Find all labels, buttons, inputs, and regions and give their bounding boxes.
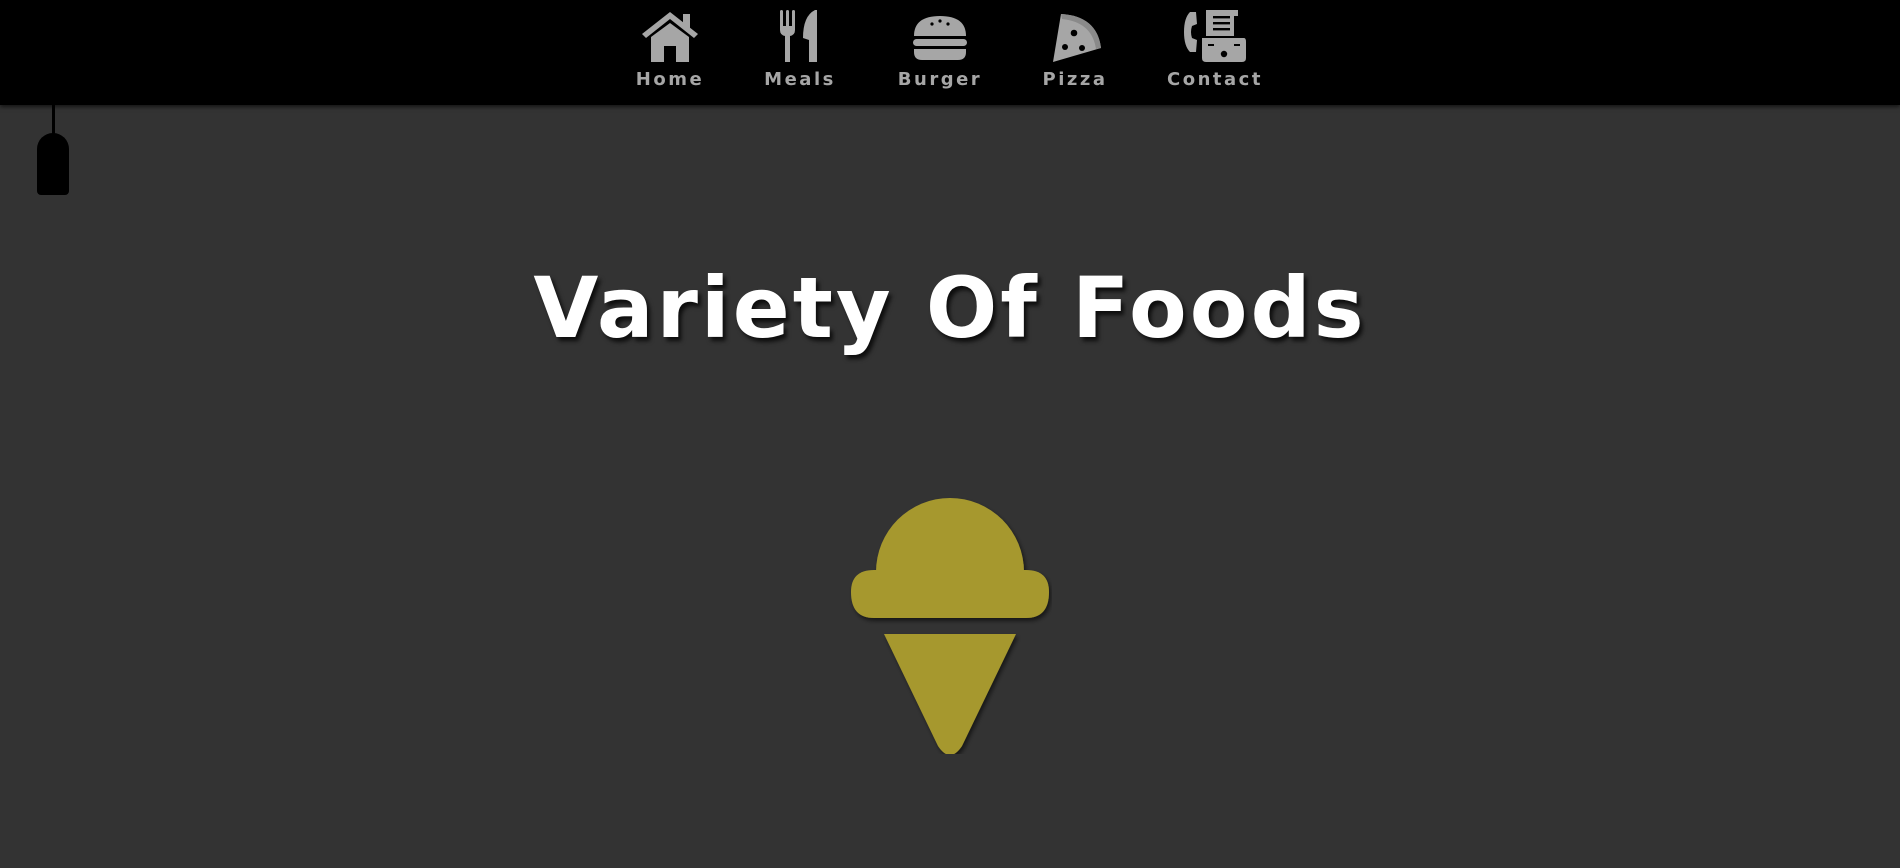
nav-item-pizza[interactable]: Pizza [1035,0,1115,100]
lamp-cord [52,105,55,135]
nav-label-meals: Meals [764,69,836,90]
nav-label-pizza: Pizza [1042,69,1108,90]
burger-icon [913,16,967,60]
house-icon [642,12,698,62]
nav-label-contact: Contact [1167,69,1263,90]
nav-item-meals[interactable]: Meals [755,0,845,100]
hanging-lamp-icon[interactable] [37,133,69,195]
nav-item-contact[interactable]: Contact [1160,0,1270,100]
ice-cream-cone-icon [851,498,1049,754]
pizza-slice-icon [1053,14,1101,62]
fax-phone-icon [1184,10,1246,62]
nav-item-burger[interactable]: Burger [890,0,990,100]
page-title: Variety Of Foods [533,259,1367,357]
nav-item-home[interactable]: Home [630,0,710,100]
utensils-icon [780,10,817,62]
nav-label-burger: Burger [897,69,983,90]
top-navbar: Home Meals Burger Pizza Contact [0,0,1900,105]
nav-label-home: Home [635,69,705,90]
